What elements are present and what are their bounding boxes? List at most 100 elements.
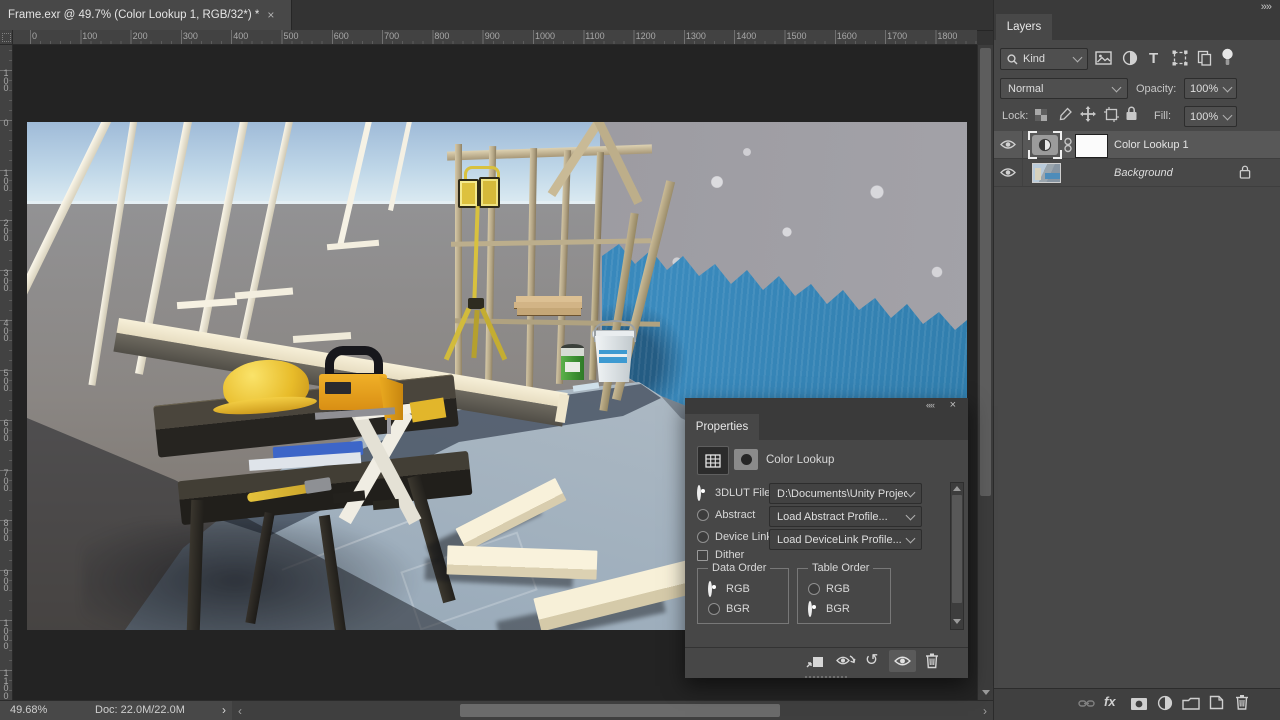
properties-scrollbar-thumb[interactable] [952, 495, 962, 603]
radio-3dlut-label: 3DLUT File [715, 487, 770, 499]
lock-all-icon[interactable] [1125, 106, 1138, 121]
mask-link-icon[interactable] [1064, 137, 1072, 153]
eye-icon [1000, 139, 1016, 150]
visibility-toggle[interactable] [994, 131, 1023, 158]
reset-icon[interactable]: ↺ [865, 650, 878, 670]
radio-3dlut-file[interactable] [697, 485, 701, 501]
ruler-label: 200 [2, 220, 10, 243]
opacity-field[interactable]: 100% [1184, 78, 1237, 99]
vertical-scrollbar-thumb[interactable] [980, 48, 991, 496]
lock-position-icon[interactable] [1080, 106, 1096, 122]
lock-pixels-icon[interactable] [1058, 107, 1073, 122]
tab-properties[interactable]: Properties [685, 414, 759, 440]
chevron-down-icon [1112, 82, 1122, 92]
blend-mode-select[interactable]: Normal [1000, 78, 1128, 99]
table-order-group: Table Order RGB BGR [797, 568, 891, 624]
collapse-panels-icon[interactable]: »» [1261, 1, 1271, 13]
scroll-down-icon[interactable] [982, 690, 990, 695]
opacity-label: Opacity: [1136, 83, 1176, 95]
data-order-rgb-radio[interactable] [708, 581, 712, 597]
vertical-ruler[interactable]: 2001000100200300400500600700800900100011… [0, 45, 13, 700]
ruler-label: 1200 [636, 31, 656, 41]
filter-smart-object-icon[interactable] [1197, 50, 1212, 66]
document-tab[interactable]: Frame.exr @ 49.7% (Color Lookup 1, RGB/3… [0, 0, 292, 30]
properties-tab-row: Properties [685, 414, 968, 440]
fill-field[interactable]: 100% [1184, 106, 1237, 127]
ruler-label: 1000 [2, 620, 10, 650]
filter-image-icon[interactable] [1095, 51, 1112, 65]
layer-row-background[interactable]: Background [994, 159, 1280, 187]
abstract-profile-select[interactable]: Load Abstract Profile... [769, 506, 922, 527]
adjustment-layer-thumbnail[interactable] [1032, 135, 1058, 155]
ruler-label: 300 [2, 270, 10, 293]
link-layers-icon[interactable] [1078, 698, 1095, 709]
filter-adjustment-icon[interactable] [1122, 50, 1138, 66]
layers-toolbar: fx [994, 688, 1280, 720]
mask-circle-icon [741, 454, 752, 465]
lock-artboard-icon[interactable] [1104, 107, 1119, 122]
table-order-bgr-radio[interactable] [808, 601, 812, 617]
ruler-label: 700 [384, 31, 399, 41]
visibility-button[interactable] [889, 650, 916, 672]
new-group-icon[interactable] [1182, 697, 1200, 710]
layer-name[interactable]: Background [1114, 167, 1173, 179]
collapse-panel-icon[interactable]: «« [926, 400, 934, 410]
filter-shape-icon[interactable] [1172, 50, 1188, 66]
clip-to-layer-icon[interactable] [806, 655, 824, 669]
new-layer-icon[interactable] [1209, 695, 1224, 710]
data-order-bgr-label: BGR [726, 603, 750, 615]
ruler-origin-box[interactable] [0, 30, 13, 45]
canvas-horizontal-scrollbar[interactable]: ‹ › [232, 701, 993, 720]
filter-toggle-icon[interactable] [1221, 48, 1234, 67]
radio-abstract-label: Abstract [715, 509, 755, 521]
table-order-rgb-radio[interactable] [808, 583, 820, 595]
status-expander-icon[interactable]: › [222, 703, 226, 717]
delete-adjustment-icon[interactable] [925, 652, 939, 669]
horizontal-scrollbar-thumb[interactable] [460, 704, 780, 717]
delete-layer-icon[interactable] [1235, 694, 1249, 710]
document-tab-bar: Frame.exr @ 49.7% (Color Lookup 1, RGB/3… [0, 0, 993, 31]
blend-mode-value: Normal [1008, 83, 1043, 95]
dither-checkbox[interactable] [697, 550, 708, 561]
filter-type-icon[interactable]: T [1149, 50, 1158, 67]
canvas-vertical-scrollbar[interactable] [977, 45, 993, 700]
properties-scrollbar[interactable] [950, 482, 964, 630]
layer-style-fx-icon[interactable]: fx [1104, 694, 1116, 709]
tab-layers[interactable]: Layers [996, 14, 1052, 40]
zoom-level-field[interactable]: 49.68% [10, 704, 47, 716]
background-layer-thumbnail[interactable] [1032, 163, 1061, 183]
ruler-label: 1100 [585, 31, 604, 41]
ruler-label: 1100 [2, 670, 10, 700]
layer-mask-thumbnail[interactable] [1075, 134, 1108, 158]
eye-icon [1000, 167, 1016, 178]
close-panel-icon[interactable]: × [950, 399, 956, 411]
layer-name[interactable]: Color Lookup 1 [1114, 139, 1189, 151]
scroll-right-icon[interactable]: › [983, 704, 987, 718]
chevron-down-icon [1073, 53, 1083, 63]
filter-kind-select[interactable]: Kind [1000, 48, 1088, 70]
lut-file-select[interactable]: D:\Documents\Unity Projects\N... [769, 483, 922, 504]
fill-label: Fill: [1154, 110, 1171, 122]
devicelink-profile-select[interactable]: Load DeviceLink Profile... [769, 529, 922, 550]
scroll-down-icon[interactable] [953, 619, 961, 624]
view-previous-state-icon[interactable] [835, 653, 857, 668]
grid-icon [705, 454, 721, 468]
table-order-legend: Table Order [808, 562, 873, 574]
panel-resize-grip[interactable] [805, 676, 847, 678]
scroll-left-icon[interactable]: ‹ [238, 704, 242, 718]
radio-abstract[interactable] [697, 509, 709, 521]
radio-device-link[interactable] [697, 531, 709, 543]
chevron-down-icon [1223, 110, 1233, 120]
new-adjustment-layer-icon[interactable] [1157, 695, 1173, 711]
close-tab-icon[interactable]: × [267, 8, 274, 22]
layer-row-color-lookup[interactable]: Color Lookup 1 [994, 131, 1280, 159]
lut-grid-button[interactable] [697, 446, 729, 475]
horizontal-ruler[interactable]: 0100200300400500600700800900100011001200… [13, 30, 977, 45]
add-mask-icon[interactable] [1130, 697, 1148, 711]
data-order-bgr-radio[interactable] [708, 603, 720, 615]
mask-badge-button[interactable] [734, 449, 758, 470]
ruler-label: 500 [2, 370, 10, 393]
visibility-toggle[interactable] [994, 159, 1023, 186]
scroll-up-icon[interactable] [953, 486, 961, 491]
lock-transparency-icon[interactable] [1034, 108, 1048, 122]
